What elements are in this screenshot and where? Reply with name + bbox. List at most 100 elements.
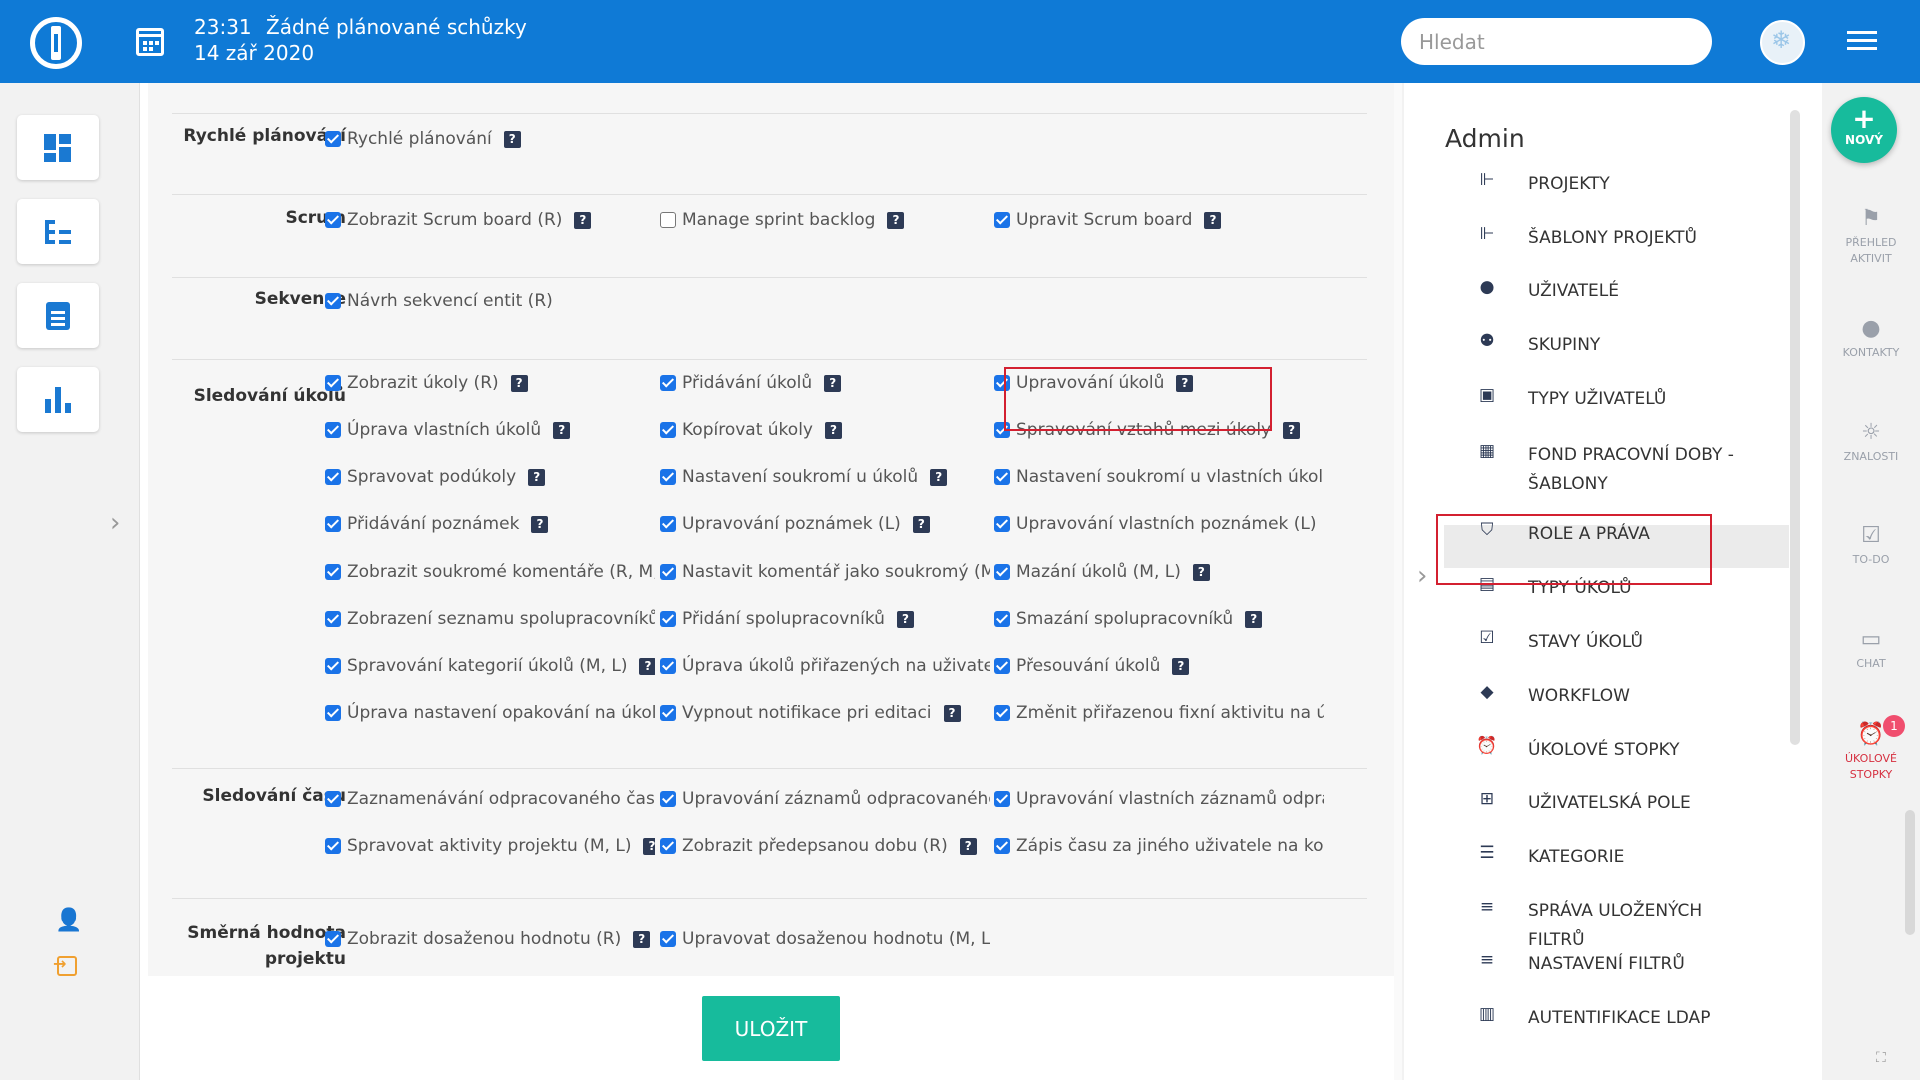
rail-scrollbar[interactable] [1905, 810, 1915, 935]
user-avatar[interactable] [1760, 20, 1805, 65]
checkbox-checked[interactable] [325, 931, 341, 947]
checkbox-checked[interactable] [660, 931, 676, 947]
permission-checkbox[interactable]: Upravovat dosaženou hodnotu (M, L) [660, 926, 990, 952]
permission-checkbox[interactable]: Vypnout notifikace pri editaci? [660, 700, 961, 726]
checkbox-checked[interactable] [994, 791, 1010, 807]
permission-checkbox[interactable]: Mazání úkolů (M, L)? [994, 559, 1210, 585]
permission-checkbox[interactable]: Zobrazit dosaženou hodnotu (R)? [325, 926, 651, 952]
help-icon[interactable]: ? [639, 657, 655, 675]
checkbox-checked[interactable] [994, 212, 1010, 228]
admin-item[interactable]: ◆ WORKFLOW [1444, 682, 1824, 711]
help-icon[interactable]: ? [1192, 563, 1210, 581]
search-input[interactable] [1401, 18, 1712, 65]
checkbox-checked[interactable] [660, 658, 676, 674]
admin-item[interactable]: ⚉ SKUPINY [1444, 331, 1824, 360]
checkbox-checked[interactable] [994, 469, 1010, 485]
checkbox-checked[interactable] [325, 375, 341, 391]
checkbox-checked[interactable] [325, 293, 341, 309]
permission-checkbox[interactable]: Zápis času za jiného uživatele na konk [994, 833, 1324, 859]
admin-item[interactable]: ☰ KATEGORIE [1444, 843, 1824, 872]
admin-item[interactable]: ⊩ ŠABLONY PROJEKTŮ [1444, 224, 1824, 253]
checkbox-checked[interactable] [994, 658, 1010, 674]
admin-item[interactable]: ≡ SPRÁVA ULOŽENÝCH FILTRŮ [1444, 897, 1824, 955]
help-icon[interactable]: ? [510, 374, 528, 392]
rail-item[interactable]: ▭ CHAT [1822, 629, 1920, 672]
rail-item[interactable]: ⚑ PŘEHLED AKTIVIT [1822, 208, 1920, 267]
checkbox-checked[interactable] [325, 131, 341, 147]
admin-item[interactable]: ⊩ PROJEKTY [1444, 170, 1824, 199]
permission-checkbox[interactable]: Nastavení soukromí u úkolů? [660, 464, 948, 490]
rail-item[interactable]: ⏰ ÚKOLOVÉ STOPKY [1822, 724, 1920, 783]
checkbox-checked[interactable] [660, 422, 676, 438]
sidebar-dashboard-button[interactable] [17, 115, 99, 180]
admin-item[interactable]: ▦ FOND PRACOVNÍ DOBY - ŠABLONY [1444, 441, 1824, 499]
checkbox-checked[interactable] [660, 469, 676, 485]
help-icon[interactable]: ? [943, 704, 961, 722]
admin-scrollbar[interactable] [1790, 110, 1800, 745]
permission-checkbox[interactable]: Přidávání poznámek? [325, 511, 549, 537]
sidebar-reports-button[interactable] [17, 367, 99, 432]
help-icon[interactable]: ? [574, 211, 592, 229]
permission-checkbox[interactable]: Upravit Scrum board? [994, 207, 1222, 233]
admin-item[interactable]: ▣ TYPY UŽIVATELŮ [1444, 385, 1824, 414]
admin-collapse-chevron-icon[interactable]: › [1417, 561, 1427, 591]
admin-item[interactable]: ⏰ ÚKOLOVÉ STOPKY [1444, 736, 1824, 765]
checkbox-checked[interactable] [660, 705, 676, 721]
permission-checkbox[interactable]: Upravování záznamů odpracovaného [660, 786, 990, 812]
checkbox-checked[interactable] [325, 705, 341, 721]
permission-checkbox[interactable]: Změnit přiřazenou fixní aktivitu na úk [994, 700, 1324, 726]
hamburger-menu-icon[interactable] [1847, 31, 1877, 53]
new-button[interactable]: + NOVÝ [1831, 97, 1897, 163]
sidebar-expand-chevron-icon[interactable]: › [110, 508, 120, 538]
admin-item[interactable]: ≡ NASTAVENÍ FILTRŮ [1444, 950, 1824, 979]
permission-checkbox[interactable]: Manage sprint backlog? [660, 207, 905, 233]
save-button[interactable]: ULOŽIT [702, 996, 840, 1061]
rail-item[interactable]: ☑ TO-DO [1822, 525, 1920, 568]
checkbox-checked[interactable] [994, 564, 1010, 580]
help-icon[interactable]: ? [912, 515, 930, 533]
help-icon[interactable]: ? [887, 211, 905, 229]
checkbox-checked[interactable] [660, 564, 676, 580]
checkbox-checked[interactable] [994, 838, 1010, 854]
permission-checkbox[interactable]: Přesouvání úkolů? [994, 653, 1190, 679]
checkbox-checked[interactable] [994, 516, 1010, 532]
checkbox-checked[interactable] [325, 564, 341, 580]
permission-checkbox[interactable]: Zaznamenávání odpracovaného času [325, 786, 655, 812]
permission-checkbox[interactable]: Zobrazit úkoly (R)? [325, 370, 528, 396]
permission-checkbox[interactable]: Zobrazit předepsanou dobu (R)? [660, 833, 977, 859]
admin-item[interactable]: ☑ STAVY ÚKOLŮ [1444, 628, 1824, 657]
help-icon[interactable]: ? [824, 374, 842, 392]
meetings-status[interactable]: Žádné plánované schůzky [266, 15, 527, 39]
permission-checkbox[interactable]: Upravování poznámek (L)? [660, 511, 930, 537]
help-icon[interactable]: ? [1172, 657, 1190, 675]
help-icon[interactable]: ? [1283, 421, 1301, 439]
checkbox-checked[interactable] [660, 516, 676, 532]
checkbox-checked[interactable] [994, 705, 1010, 721]
permission-checkbox[interactable]: Smazání spolupracovníků? [994, 606, 1263, 632]
checkbox-checked[interactable] [325, 791, 341, 807]
permission-checkbox[interactable]: Přidání spolupracovníků? [660, 606, 914, 632]
help-icon[interactable]: ? [930, 468, 948, 486]
checkbox-checked[interactable] [325, 838, 341, 854]
checkbox-checked[interactable] [660, 791, 676, 807]
admin-item[interactable]: ● UŽIVATELÉ [1444, 277, 1824, 306]
checkbox-checked[interactable] [660, 611, 676, 627]
help-icon[interactable]: ? [553, 421, 571, 439]
permission-checkbox[interactable]: Spravování kategorií úkolů (M, L)? [325, 653, 655, 679]
help-icon[interactable]: ? [531, 515, 549, 533]
permission-checkbox[interactable]: Spravovat podúkoly? [325, 464, 546, 490]
help-icon[interactable]: ? [528, 468, 546, 486]
help-icon[interactable]: ? [503, 130, 521, 148]
admin-item[interactable]: ⊞ UŽIVATELSKÁ POLE [1444, 789, 1824, 818]
checkbox-checked[interactable] [325, 469, 341, 485]
checkbox-checked[interactable] [994, 611, 1010, 627]
checkbox-checked[interactable] [325, 658, 341, 674]
permission-checkbox[interactable]: Zobrazení seznamu spolupracovníků ( [325, 606, 655, 632]
checkbox-checked[interactable] [660, 375, 676, 391]
help-icon[interactable]: ? [643, 837, 655, 855]
help-icon[interactable]: ? [1245, 610, 1263, 628]
add-user-icon[interactable]: 👤 [55, 908, 82, 933]
help-icon[interactable]: ? [1204, 211, 1222, 229]
permission-checkbox[interactable]: Upravování vlastních záznamů odprac [994, 786, 1324, 812]
fullscreen-expand-icon[interactable]: ⛶ [1876, 1050, 1886, 1066]
